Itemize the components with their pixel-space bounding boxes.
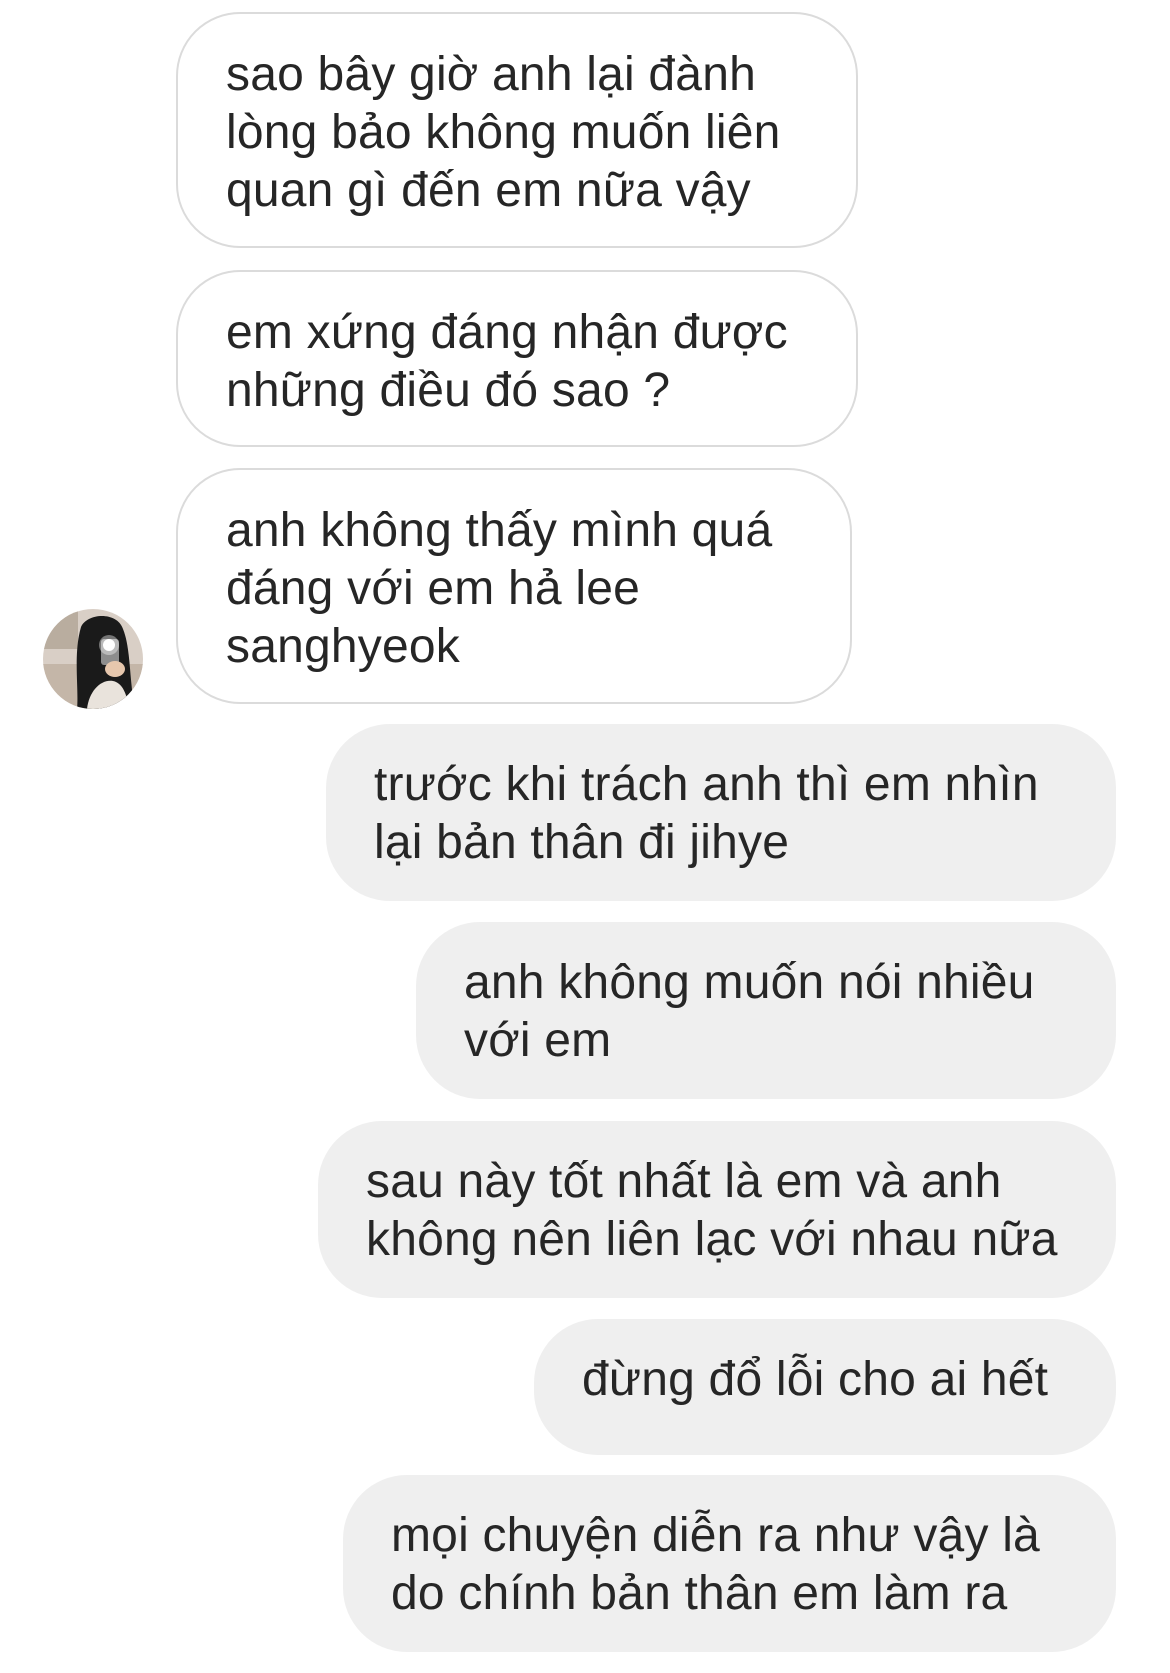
contact-avatar-photo-icon <box>43 609 143 709</box>
received-message-bubble[interactable]: anh không thấy mình quá đáng với em hả l… <box>176 468 852 704</box>
received-message-bubble[interactable]: sao bây giờ anh lại đành lòng bảo không … <box>176 12 858 248</box>
contact-avatar[interactable] <box>43 609 143 709</box>
sent-message-bubble[interactable]: mọi chuyện diễn ra như vậy là do chính b… <box>343 1475 1116 1652</box>
sent-message-bubble[interactable]: anh không muốn nói nhiều với em <box>416 922 1116 1099</box>
sent-message-bubble[interactable]: sau này tốt nhất là em và anh không nên … <box>318 1121 1116 1298</box>
sent-message-bubble[interactable]: trước khi trách anh thì em nhìn lại bản … <box>326 724 1116 901</box>
sent-message-bubble[interactable]: đừng đổ lỗi cho ai hết <box>534 1319 1116 1455</box>
received-message-bubble[interactable]: em xứng đáng nhận được những điều đó sao… <box>176 270 858 447</box>
